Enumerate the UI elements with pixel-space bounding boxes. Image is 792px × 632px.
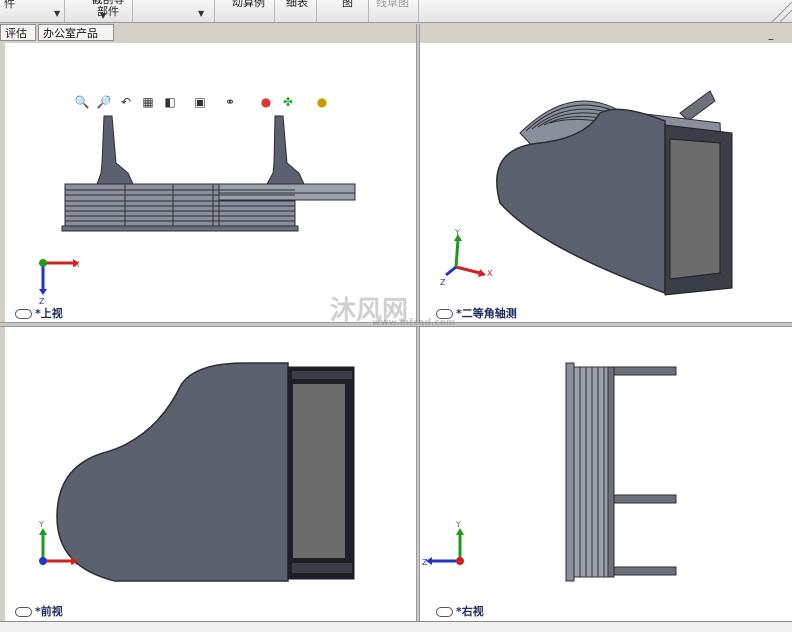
ribbon-button-bom[interactable]: 细表 bbox=[276, 0, 317, 22]
dimetric-view-drawing: X Y Z bbox=[440, 90, 733, 296]
minimize-viewport-button[interactable]: – bbox=[768, 32, 774, 46]
viewport-label: *右视 bbox=[436, 603, 484, 619]
axis-x-label: X bbox=[487, 269, 493, 278]
command-ribbon: 件 ▼ 截剖等 部件 ▼ ▼ 动算例 细表 图 线草图 bbox=[0, 0, 792, 23]
axis-y-label: Y bbox=[455, 520, 461, 529]
ribbon-button-motion-study[interactable]: 动算例 bbox=[226, 0, 275, 22]
edit-appearance-icon[interactable]: ● bbox=[257, 93, 275, 111]
front-view-drawing: X Y bbox=[38, 362, 355, 582]
ribbon-button-section-parts[interactable]: 截剖等 部件 ▼ bbox=[78, 0, 133, 22]
command-manager-tabs: 评估 办公室产品 bbox=[0, 24, 792, 43]
axis-z-label: Z bbox=[440, 278, 446, 287]
viewport-front[interactable]: X Y *前视 bbox=[5, 327, 416, 621]
axis-y-label: Y bbox=[454, 228, 460, 237]
display-style-icon[interactable]: ▣ bbox=[191, 93, 209, 111]
link-view-icon[interactable] bbox=[15, 309, 32, 319]
ribbon-button-part[interactable]: 件 ▼ bbox=[0, 0, 65, 22]
ribbon-label: 线草图 bbox=[376, 0, 409, 9]
watermark: 沐风网 www.mfcad.com bbox=[330, 290, 455, 328]
zoom-to-fit-icon[interactable]: 🔍 bbox=[73, 93, 91, 111]
ribbon-label: 动算例 bbox=[232, 0, 265, 9]
right-view-drawing: Z Y bbox=[422, 362, 677, 582]
ribbon-label: 细表 bbox=[286, 0, 308, 9]
link-view-icon[interactable] bbox=[15, 607, 32, 617]
tab-evaluate[interactable]: 评估 bbox=[0, 24, 36, 41]
chevron-down-icon[interactable]: ▼ bbox=[54, 9, 60, 18]
viewport-dimetric[interactable]: X Y Z *二等角轴测 bbox=[420, 43, 792, 322]
link-view-icon[interactable] bbox=[436, 607, 453, 617]
ribbon-label: 件 bbox=[4, 0, 15, 10]
ribbon-button-line-sketch[interactable]: 线草图 bbox=[368, 0, 419, 22]
axis-x-label: X bbox=[72, 558, 78, 567]
ribbon-label: 截剖等 部件 bbox=[92, 0, 125, 18]
top-view-drawing: X Z bbox=[39, 115, 356, 306]
view-orientation-icon[interactable]: ◧ bbox=[161, 93, 179, 111]
chevron-down-icon[interactable]: ▼ bbox=[198, 9, 204, 18]
viewport-name: *上视 bbox=[35, 307, 63, 320]
axis-x-label: X bbox=[74, 260, 80, 269]
viewport-name: *二等角轴测 bbox=[456, 307, 517, 320]
viewport-label: *上视 bbox=[15, 305, 63, 321]
tab-office-products[interactable]: 办公室产品 bbox=[38, 24, 114, 41]
previous-view-icon[interactable]: ↶ bbox=[117, 93, 135, 111]
ribbon-button-blank[interactable]: ▼ bbox=[132, 0, 215, 22]
ribbon-resize-grip-icon bbox=[771, 1, 792, 22]
hide-show-icon[interactable]: ⚭ bbox=[221, 93, 239, 111]
zoom-area-icon[interactable]: 🔎 bbox=[95, 93, 113, 111]
status-bar bbox=[0, 621, 792, 632]
chevron-down-icon[interactable]: ▼ bbox=[100, 11, 106, 20]
viewport-right[interactable]: Z Y *右视 bbox=[420, 327, 792, 621]
viewport-name: *前视 bbox=[35, 605, 63, 618]
ribbon-label: 图 bbox=[342, 0, 353, 9]
view-settings-icon[interactable]: ● bbox=[313, 93, 331, 111]
axis-y-label: Y bbox=[38, 520, 44, 529]
viewport-label: *前视 bbox=[15, 603, 63, 619]
apply-scene-icon[interactable]: ✤ bbox=[279, 93, 297, 111]
watermark-url: www.mfcad.com bbox=[372, 318, 456, 328]
section-view-icon[interactable]: ▦ bbox=[139, 93, 157, 111]
viewport-top[interactable]: X Z 🔍 🔎 ↶ ▦ ◧ ▣ ⚭ ● ✤ ● *上视 bbox=[5, 43, 416, 322]
viewport-name: *右视 bbox=[456, 605, 484, 618]
axis-z-label: Z bbox=[422, 558, 428, 567]
ribbon-button-drawing[interactable]: 图 bbox=[318, 0, 369, 22]
